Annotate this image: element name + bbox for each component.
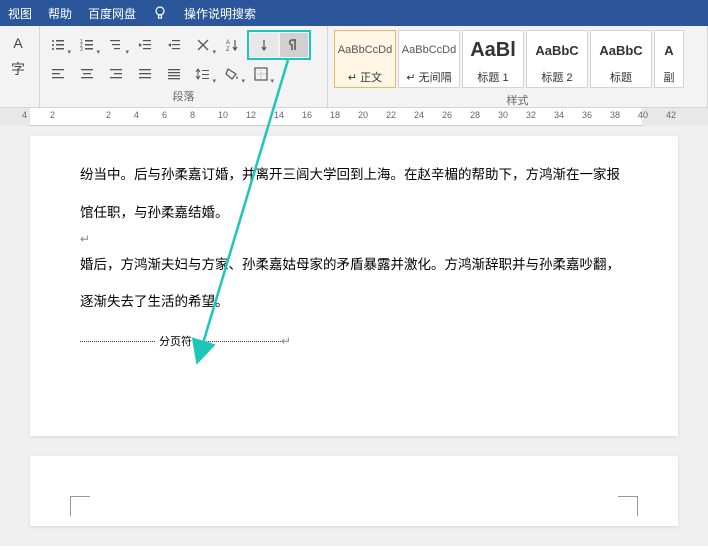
justify-button[interactable]: [131, 62, 159, 86]
ruler-tick: 30: [498, 110, 508, 120]
ruler-tick: 32: [526, 110, 536, 120]
ruler-tick: 4: [134, 110, 139, 120]
ruler-tick: 14: [274, 110, 284, 120]
svg-text:A: A: [226, 40, 230, 46]
ruler-tick: 22: [386, 110, 396, 120]
style-no-spacing[interactable]: AaBbCcDd ↵ 无间隔: [398, 30, 460, 88]
align-right-button[interactable]: [102, 62, 130, 86]
distributed-button[interactable]: [160, 62, 188, 86]
decrease-indent-button[interactable]: [131, 33, 159, 57]
ruler-tick: 38: [610, 110, 620, 120]
sort-button[interactable]: AZ: [218, 33, 246, 57]
ruler-tick: 28: [470, 110, 480, 120]
sort-desc-button[interactable]: [250, 33, 278, 57]
borders-button[interactable]: ▾: [247, 62, 275, 86]
style-heading2[interactable]: AaBbC 标题 2: [526, 30, 588, 88]
horizontal-ruler[interactable]: 4224681012141618202224262830323436384042: [0, 108, 708, 126]
menubar: 视图 帮助 百度网盘 操作说明搜索: [0, 0, 708, 26]
ruler-tick: 20: [358, 110, 368, 120]
bullets-button[interactable]: ▾: [44, 33, 72, 57]
font-tools-group: A 字: [0, 26, 40, 107]
paragraph-group-label: 段落: [44, 86, 323, 106]
highlighted-buttons: [247, 30, 311, 60]
align-left-button[interactable]: [44, 62, 72, 86]
ruler-tick: 16: [302, 110, 312, 120]
ruler-tick: 12: [246, 110, 256, 120]
show-hide-marks-button[interactable]: [280, 33, 308, 57]
document-area: 纷当中。后与孙柔嘉订婚，并离开三闾大学回到上海。在赵辛楣的帮助下，方鸿渐在一家报…: [0, 126, 708, 546]
menu-view[interactable]: 视图: [8, 5, 32, 22]
styles-group: AaBbCcDd ↵ 正文 AaBbCcDd ↵ 无间隔 AaBl 标题 1 A…: [328, 26, 708, 107]
style-normal[interactable]: AaBbCcDd ↵ 正文: [334, 30, 396, 88]
lightbulb-icon: [152, 5, 168, 21]
styles-group-label: 样式: [332, 90, 703, 110]
paragraph-1[interactable]: 纷当中。后与孙柔嘉订婚，并离开三闾大学回到上海。在赵辛楣的帮助下，方鸿渐在一家报…: [80, 156, 628, 232]
menu-baidu-netdisk[interactable]: 百度网盘: [88, 5, 136, 22]
style-subtitle[interactable]: A 副: [654, 30, 684, 88]
ruler-tick: 2: [50, 110, 55, 120]
ruler-tick: 6: [162, 110, 167, 120]
ruler-tick: 2: [106, 110, 111, 120]
tell-me-search[interactable]: 操作说明搜索: [184, 5, 256, 22]
ribbon: A 字 ▾ 123▾ ▾ ▾ AZ: [0, 26, 708, 108]
style-title[interactable]: AaBbC 标题: [590, 30, 652, 88]
styles-gallery[interactable]: AaBbCcDd ↵ 正文 AaBbCcDd ↵ 无间隔 AaBl 标题 1 A…: [332, 28, 703, 90]
ruler-tick: 42: [666, 110, 676, 120]
ruler-tick: 18: [330, 110, 340, 120]
align-center-button[interactable]: [73, 62, 101, 86]
page-break-indicator: 分页符 ↵: [80, 333, 628, 349]
ruler-tick: 26: [442, 110, 452, 120]
svg-text:3: 3: [80, 47, 83, 53]
style-heading1[interactable]: AaBl 标题 1: [462, 30, 524, 88]
shading-button[interactable]: ▾: [218, 62, 246, 86]
paragraph-group: ▾ 123▾ ▾ ▾ AZ ▾ ▾ ▾: [40, 26, 328, 107]
svg-text:Z: Z: [226, 47, 230, 53]
ruler-tick: 4: [22, 110, 27, 120]
increase-indent-button[interactable]: [160, 33, 188, 57]
enclosed-char-button[interactable]: 字: [4, 58, 32, 80]
multilevel-list-button[interactable]: ▾: [102, 33, 130, 57]
paragraph-2[interactable]: 婚后，方鸿渐夫妇与方家、孙柔嘉姑母家的矛盾暴露并激化。方鸿渐辞职并与孙柔嘉吵翻，…: [80, 246, 628, 322]
ruler-tick: 40: [638, 110, 648, 120]
asian-layout-button[interactable]: ▾: [189, 33, 217, 57]
ruler-tick: 36: [582, 110, 592, 120]
menu-help[interactable]: 帮助: [48, 5, 72, 22]
paragraph-mark: ↵: [80, 232, 628, 246]
numbering-button[interactable]: 123▾: [73, 33, 101, 57]
ruler-tick: 8: [190, 110, 195, 120]
ruler-tick: 34: [554, 110, 564, 120]
line-spacing-button[interactable]: ▾: [189, 62, 217, 86]
document-page-1[interactable]: 纷当中。后与孙柔嘉订婚，并离开三闾大学回到上海。在赵辛楣的帮助下，方鸿渐在一家报…: [30, 136, 678, 436]
page-break-label: 分页符: [155, 333, 196, 349]
document-page-2[interactable]: [30, 456, 678, 526]
font-a-button[interactable]: A: [4, 32, 32, 54]
ruler-tick: 10: [218, 110, 228, 120]
ruler-tick: 24: [414, 110, 424, 120]
